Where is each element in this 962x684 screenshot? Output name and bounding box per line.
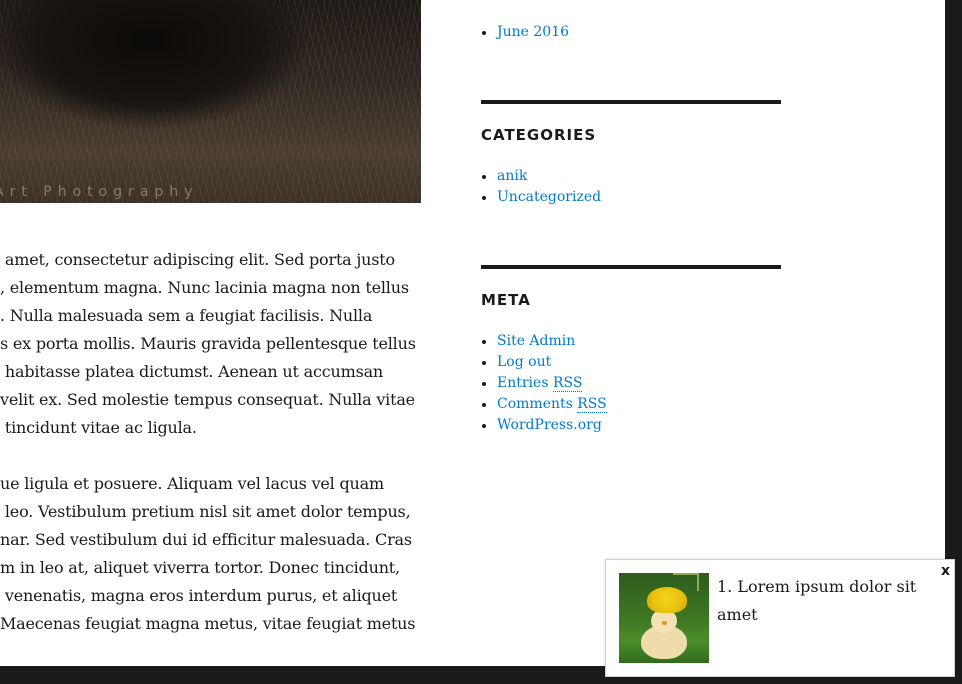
rss-abbr: RSS [552, 375, 583, 392]
post-thumbnail[interactable] [619, 573, 709, 663]
categories-list: anik Uncategorized [481, 166, 781, 208]
flower-stem [697, 573, 699, 591]
meta-title: META [481, 291, 531, 309]
archives-list: June 2016 [481, 22, 781, 43]
related-post-popup: x 1. Lorem ipsum dolor sit amet [605, 559, 955, 677]
widget-divider [481, 100, 781, 104]
list-item: WordPress.org [481, 415, 781, 436]
meta-widget: Site Admin Log out Entries RSS Comments … [481, 331, 781, 436]
list-item: June 2016 [481, 22, 781, 43]
categories-widget: anik Uncategorized [481, 166, 781, 208]
wordpress-org-link[interactable]: WordPress.org [497, 417, 602, 433]
image-watermark: Art Photography [0, 184, 199, 200]
categories-title: CATEGORIES [481, 126, 597, 144]
entries-rss-link[interactable]: Entries RSS [497, 375, 583, 392]
list-item: anik [481, 166, 781, 187]
archive-link-june-2016[interactable]: June 2016 [497, 24, 569, 40]
list-item: Log out [481, 352, 781, 373]
link-label: Comments [497, 396, 578, 412]
list-item: Uncategorized [481, 187, 781, 208]
comments-rss-link[interactable]: Comments RSS [497, 396, 607, 413]
list-item: Entries RSS [481, 373, 781, 394]
post-content: amet, consectetur adipiscing elit. Sed p… [0, 246, 421, 666]
post-paragraph-2: ue ligula et posuere. Aliquam vel lacus … [0, 474, 416, 633]
rss-abbr: RSS [577, 396, 607, 413]
list-item: Site Admin [481, 331, 781, 352]
link-label: Entries [497, 375, 553, 391]
widget-divider [481, 265, 781, 269]
category-link-anik[interactable]: anik [497, 168, 527, 184]
daffodil-flower [647, 587, 687, 613]
meta-list: Site Admin Log out Entries RSS Comments … [481, 331, 781, 436]
featured-image: Art Photography [0, 0, 421, 203]
chick-beak [662, 621, 667, 625]
close-icon[interactable]: x [941, 562, 950, 580]
post-paragraph-1: amet, consectetur adipiscing elit. Sed p… [0, 250, 416, 437]
list-item: Comments RSS [481, 394, 781, 415]
site-admin-link[interactable]: Site Admin [497, 333, 575, 349]
log-out-link[interactable]: Log out [497, 354, 551, 370]
related-post-title[interactable]: 1. Lorem ipsum dolor sit amet [717, 573, 932, 629]
category-link-uncategorized[interactable]: Uncategorized [497, 189, 601, 205]
flower-stem [673, 573, 699, 575]
archives-widget: June 2016 [481, 22, 781, 43]
